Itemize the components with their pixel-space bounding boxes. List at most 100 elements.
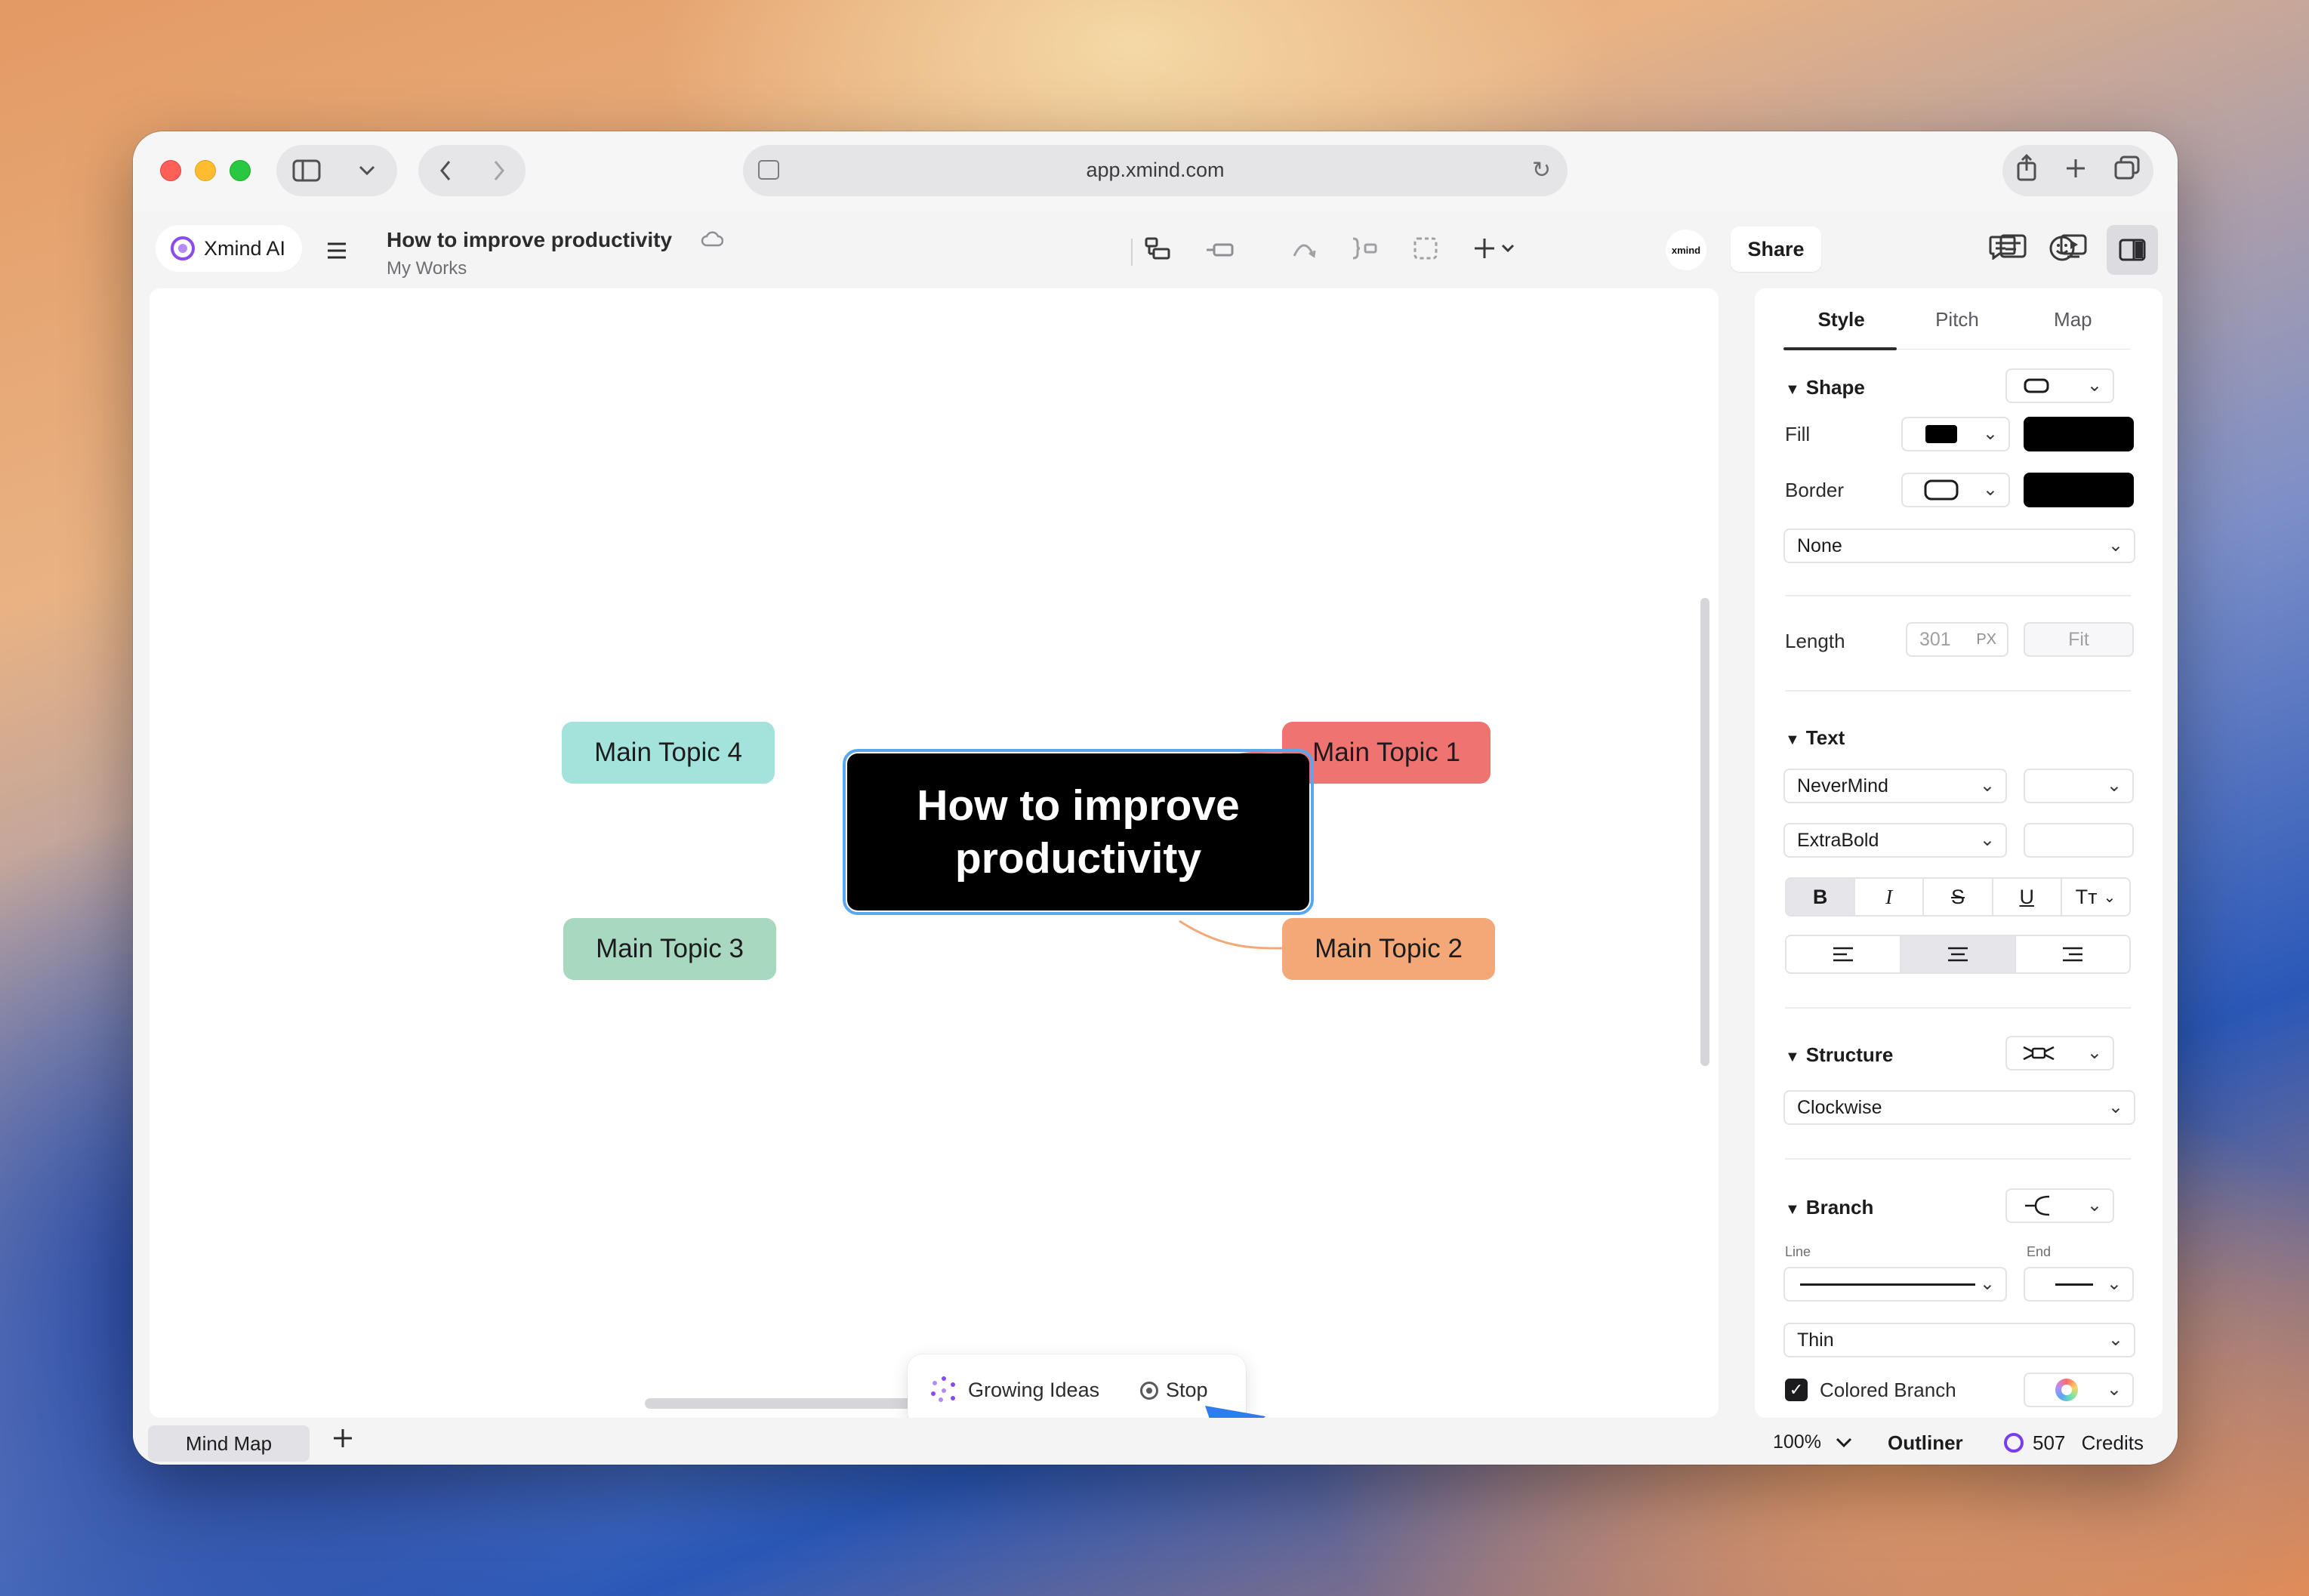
menu-icon[interactable] [326, 237, 347, 267]
chevron-down-icon: ⌄ [2086, 1195, 2102, 1215]
sidebar-toggle-group [276, 145, 397, 196]
address-bar[interactable]: app.xmind.com ↻ [743, 145, 1568, 196]
share-button[interactable]: Share [1731, 226, 1821, 272]
fill-color-picker[interactable] [2024, 417, 2134, 451]
text-case-button[interactable]: Tт ⌄ [2062, 879, 2129, 915]
rounded-rect-shape-icon [2024, 378, 2049, 393]
xmind-ai-label: Xmind AI [204, 236, 286, 260]
emoji-icon[interactable] [2049, 236, 2075, 265]
add-sheet-icon[interactable] [332, 1424, 353, 1456]
branch-section-title[interactable]: ▼ Branch [1785, 1196, 1873, 1219]
structure-direction-value: Clockwise [1797, 1096, 1882, 1118]
xmind-ai-button[interactable]: Xmind AI [156, 225, 302, 272]
section-divider [1785, 1007, 2131, 1009]
forward-arrow-icon[interactable] [472, 160, 526, 181]
border-style-dropdown[interactable]: ⌄ [1901, 473, 2010, 507]
boundary-icon[interactable] [1413, 237, 1438, 266]
main-topic-1[interactable]: Main Topic 1 [1282, 722, 1491, 784]
font-family-dropdown[interactable]: NeverMind ⌄ [1783, 769, 2007, 803]
font-size-dropdown[interactable]: ⌄ [2024, 769, 2134, 803]
map-structure-icon [2023, 1046, 2055, 1061]
stop-button[interactable]: Stop [1166, 1379, 1208, 1402]
align-left-icon[interactable] [1786, 936, 1901, 972]
tab-style[interactable]: Style [1783, 308, 1899, 347]
document-location[interactable]: My Works [387, 258, 467, 279]
sidebar-icon[interactable] [276, 159, 337, 182]
insert-subtopic-icon[interactable] [1145, 237, 1170, 266]
zoom-window-button[interactable] [230, 160, 251, 181]
insert-menu-plus-icon[interactable] [1474, 237, 1519, 266]
font-family-value: NeverMind [1797, 775, 1888, 796]
structure-layout-dropdown[interactable]: ⌄ [2005, 1036, 2114, 1071]
zoom-value: 100% [1773, 1431, 1821, 1453]
main-topic-4[interactable]: Main Topic 4 [562, 722, 775, 784]
close-window-button[interactable] [160, 160, 181, 181]
length-fit-button[interactable]: Fit [2024, 622, 2134, 657]
summary-icon[interactable] [1352, 237, 1377, 266]
credits-display[interactable]: 507 Credits [2033, 1431, 2144, 1455]
text-color-picker[interactable] [2024, 823, 2134, 858]
document-title[interactable]: How to improve productivity [387, 228, 672, 252]
length-input[interactable]: 301 PX [1906, 622, 2008, 657]
main-topic-3[interactable]: Main Topic 3 [563, 918, 776, 980]
text-align-buttons [1785, 935, 2131, 974]
relationship-icon[interactable] [1291, 237, 1317, 265]
main-topic-2[interactable]: Main Topic 2 [1282, 918, 1495, 980]
chevron-down-icon[interactable] [337, 165, 397, 176]
end-label: End [2027, 1244, 2052, 1259]
minimize-window-button[interactable] [195, 160, 216, 181]
border-pattern-dropdown[interactable]: None ⌄ [1783, 528, 2135, 563]
structure-section-title[interactable]: ▼ Structure [1785, 1043, 1893, 1067]
branch-end-dropdown[interactable]: ⌄ [2024, 1267, 2134, 1302]
border-color-picker[interactable] [2024, 473, 2134, 507]
fit-label: Fit [2068, 628, 2089, 650]
tab-pitch[interactable]: Pitch [1899, 308, 2015, 347]
bold-button[interactable]: B [1786, 879, 1856, 915]
strikethrough-button[interactable]: S [1924, 879, 1993, 915]
underline-button[interactable]: U [1993, 879, 2062, 915]
branch-line-dropdown[interactable]: ⌄ [1783, 1267, 2007, 1302]
structure-direction-dropdown[interactable]: Clockwise ⌄ [1783, 1090, 2135, 1125]
text-case-label: Tт [2075, 885, 2098, 908]
share-icon[interactable] [2016, 153, 2037, 187]
tab-overview-icon[interactable] [2114, 156, 2140, 186]
outliner-button[interactable]: Outliner [1888, 1431, 1963, 1455]
branch-thickness-dropdown[interactable]: Thin ⌄ [1783, 1323, 2135, 1357]
sheet-tab-mind-map[interactable]: Mind Map [148, 1425, 310, 1462]
new-tab-icon[interactable] [2065, 157, 2086, 185]
line-label: Line [1785, 1244, 1811, 1259]
align-right-icon[interactable] [2016, 936, 2129, 972]
branch-curve-icon [2025, 1195, 2050, 1216]
italic-button[interactable]: I [1855, 879, 1925, 915]
reload-icon[interactable]: ↻ [1532, 157, 1551, 183]
shape-section-title[interactable]: ▼ Shape [1785, 376, 1865, 399]
tab-map[interactable]: Map [2015, 308, 2131, 347]
workspace-avatar[interactable]: xmind [1666, 230, 1706, 270]
mindmap-canvas[interactable]: Main Topic 1 Main Topic 2 Main Topic 3 M… [150, 288, 1719, 1418]
main-topic-4-label: Main Topic 4 [594, 738, 742, 767]
colored-branch-checkbox[interactable]: ✓ [1785, 1379, 1808, 1401]
back-arrow-icon[interactable] [418, 160, 472, 181]
vertical-scrollbar[interactable] [1700, 598, 1709, 1066]
active-tab-indicator [1783, 347, 1897, 350]
text-section-title[interactable]: ▼ Text [1785, 726, 1845, 750]
font-weight-dropdown[interactable]: ExtraBold ⌄ [1783, 823, 2007, 858]
branch-style-dropdown[interactable]: ⌄ [2005, 1188, 2114, 1223]
browser-actions-group [2002, 145, 2153, 196]
branch-color-dropdown[interactable]: ⌄ [2024, 1373, 2134, 1407]
panel-toggle-button[interactable] [2107, 225, 2158, 275]
stop-icon[interactable] [1140, 1382, 1158, 1400]
fill-style-dropdown[interactable]: ⌄ [1901, 417, 2010, 451]
collapse-triangle-icon: ▼ [1785, 732, 1800, 748]
zoom-dropdown[interactable]: 100% [1773, 1431, 1852, 1453]
credits-value: 507 [2033, 1431, 2066, 1454]
xmind-ai-logo-icon [171, 236, 195, 260]
align-center-icon[interactable] [1901, 936, 2016, 972]
chevron-down-icon: ⌄ [2107, 1329, 2123, 1350]
chevron-down-icon: ⌄ [1979, 1274, 1995, 1294]
notes-button[interactable] [1989, 236, 2016, 263]
insert-topic-icon[interactable] [1205, 237, 1234, 265]
shape-dropdown[interactable]: ⌄ [2005, 368, 2114, 403]
central-topic[interactable]: How to improve productivity [843, 749, 1314, 915]
growing-ideas-label: Growing Ideas [968, 1379, 1100, 1401]
